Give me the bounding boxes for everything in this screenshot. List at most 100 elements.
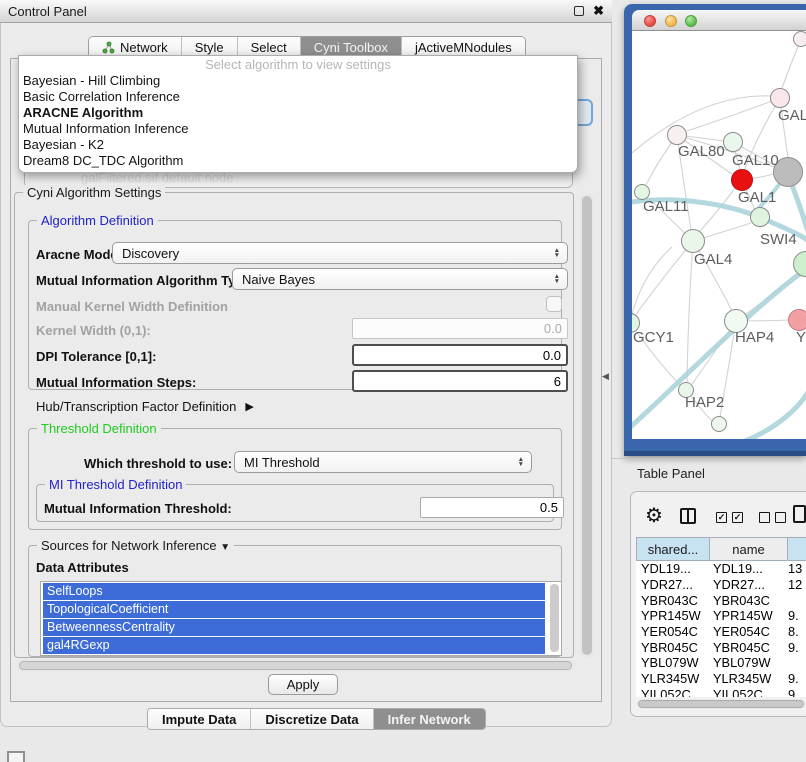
table-panel-title: Table Panel [637, 466, 705, 481]
bottom-tabstrip: Impute Data Discretize Data Infer Networ… [147, 708, 486, 730]
mi-threshold-group-title: MI Threshold Definition [45, 477, 186, 492]
settings-horizontal-scrollbar-thumb[interactable] [19, 661, 572, 670]
export-table-icon[interactable] [793, 505, 806, 523]
settings-group-title: Cyni Algorithm Settings [23, 185, 165, 200]
attribute-item-selected[interactable]: gal4RGexp [43, 637, 545, 654]
network-view-window[interactable]: GAL GAL80 GAL10 GAL1 GAL11 SWI4 GAL4 GCY… [624, 4, 806, 456]
network-node-gal1-red[interactable] [731, 169, 753, 191]
close-traffic-light-icon[interactable] [644, 15, 656, 27]
control-panel-title: Control Panel [8, 4, 574, 19]
node-label: GAL4 [694, 251, 732, 268]
float-window-icon[interactable] [574, 6, 584, 16]
mi-threshold-value: 0.5 [540, 500, 558, 515]
kernel-width-field[interactable]: 0.0 [352, 318, 568, 339]
network-node-swi4[interactable] [750, 207, 770, 227]
which-threshold-combobox[interactable]: MI Threshold ▲▼ [234, 451, 532, 473]
tab-label: Network [120, 40, 168, 55]
which-threshold-value: MI Threshold [244, 455, 320, 470]
network-node-gal80[interactable] [667, 125, 687, 145]
cell-shared: YBL079W [636, 655, 710, 670]
tab-label: jActiveMNodules [415, 40, 512, 55]
zoom-traffic-light-icon[interactable] [685, 15, 697, 27]
attribute-item-selected[interactable]: TopologicalCoefficient [43, 601, 545, 618]
application-window: Control Panel ✖ Network Style Select Cyn… [0, 0, 806, 762]
aracne-mode-label: Aracne Mode: [36, 247, 122, 262]
cell-name: YER054C [710, 624, 786, 639]
dropdown-item[interactable]: Bayesian - Hill Climbing [19, 73, 577, 89]
apply-button[interactable]: Apply [268, 674, 338, 695]
network-node-pink[interactable] [788, 309, 806, 331]
node-label: GAL11 [643, 198, 689, 215]
cell-value: 12 [786, 577, 802, 592]
cell-name: YDR27... [710, 577, 786, 592]
tab-infer-network[interactable]: Infer Network [374, 709, 485, 729]
mi-threshold-field[interactable]: 0.5 [420, 497, 564, 518]
column-header-cut[interactable] [788, 537, 806, 561]
cell-name: YDL19... [710, 561, 786, 576]
mi-steps-field[interactable]: 6 [352, 370, 568, 392]
cell-name: YLR345W [710, 671, 786, 686]
select-all-icon[interactable]: ✓ [716, 512, 727, 523]
minimized-panel-icon[interactable] [7, 751, 25, 762]
cell-shared: YBR043C [636, 593, 710, 608]
algorithm-definition-title: Algorithm Definition [37, 213, 158, 228]
dropdown-item[interactable]: Dream8 DC_TDC Algorithm [19, 153, 577, 169]
hub-definition-expander[interactable]: Hub/Transcription Factor Definition ▶ [36, 399, 254, 414]
table-row[interactable]: YER054C YER054C 8. [636, 624, 806, 640]
attributes-list-scrollbar[interactable] [550, 584, 559, 652]
dpi-tolerance-field[interactable]: 0.0 [352, 344, 568, 366]
dropdown-item[interactable]: Basic Correlation Inference [19, 89, 577, 105]
select-all-icon[interactable]: ✓ [732, 512, 743, 523]
table-row[interactable]: YDL19... YDL19... 13 [636, 561, 806, 577]
deselect-all-icon[interactable] [775, 512, 786, 523]
tab-discretize-data[interactable]: Discretize Data [251, 709, 373, 729]
gear-icon[interactable]: ⚙ [645, 503, 663, 528]
panel-divider[interactable] [612, 458, 806, 459]
column-header-name[interactable]: name [710, 537, 788, 561]
mi-type-combobox[interactable]: Naive Bayes ▲▼ [232, 268, 568, 290]
node-label: GAL80 [678, 143, 725, 160]
node-label: Y [796, 329, 806, 346]
table-horizontal-scrollbar-thumb[interactable] [638, 700, 804, 708]
attribute-item-selected[interactable]: BetweennessCentrality [43, 619, 545, 636]
tab-impute-data[interactable]: Impute Data [148, 709, 251, 729]
table-row[interactable]: YBR043C YBR043C [636, 592, 806, 608]
network-node-gal4[interactable] [681, 229, 705, 253]
network-node[interactable] [793, 31, 806, 47]
dropdown-item-selected[interactable]: ARACNE Algorithm [19, 105, 577, 121]
table-row[interactable]: YBR045C YBR045C 9. [636, 639, 806, 655]
table-row[interactable]: YBL079W YBL079W [636, 655, 806, 671]
aracne-mode-value: Discovery [122, 246, 179, 261]
network-node-gal10[interactable] [723, 132, 743, 152]
cell-shared: YBR045C [636, 640, 710, 655]
aracne-mode-combobox[interactable]: Discovery ▲▼ [112, 242, 568, 264]
tab-label: Select [251, 40, 287, 55]
data-attributes-list: SelfLoops TopologicalCoefficient Between… [40, 581, 562, 656]
mi-steps-label: Mutual Information Steps: [36, 375, 196, 390]
manual-kernel-checkbox[interactable] [546, 296, 562, 312]
dropdown-item[interactable]: Mutual Information Inference [19, 121, 577, 137]
collapse-down-arrow-icon[interactable]: ▼ [220, 542, 230, 553]
minimize-traffic-light-icon[interactable] [665, 15, 677, 27]
deselect-all-icon[interactable] [759, 512, 770, 523]
dropdown-item[interactable]: Bayesian - K2 [19, 137, 577, 153]
node-label: SWI4 [760, 231, 797, 248]
network-node[interactable] [711, 416, 727, 432]
node-label: HAP2 [685, 394, 724, 411]
network-node-gal[interactable] [770, 88, 790, 108]
settings-vertical-scrollbar-thumb[interactable] [582, 196, 592, 655]
panel-divider-collapse-arrow[interactable]: ◀ [602, 371, 609, 382]
close-icon[interactable]: ✖ [593, 6, 604, 16]
kernel-width-value: 0.0 [544, 321, 562, 336]
attribute-item-selected[interactable]: SelfLoops [43, 583, 545, 600]
column-view-icon[interactable] [680, 508, 696, 524]
network-window-titlebar[interactable] [632, 10, 806, 31]
table-row[interactable]: YIL052C YIL052C 9. [636, 687, 806, 698]
table-row[interactable]: YPR145W YPR145W 9. [636, 608, 806, 624]
cell-value: 9. [786, 640, 799, 655]
column-header-shared[interactable]: shared... [636, 537, 710, 561]
sources-group-title: Sources for Network Inference ▼ [37, 538, 234, 555]
table-row[interactable]: YLR345W YLR345W 9. [636, 671, 806, 687]
network-canvas[interactable]: GAL GAL80 GAL10 GAL1 GAL11 SWI4 GAL4 GCY… [632, 31, 806, 439]
table-row[interactable]: YDR27... YDR27... 12 [636, 577, 806, 593]
